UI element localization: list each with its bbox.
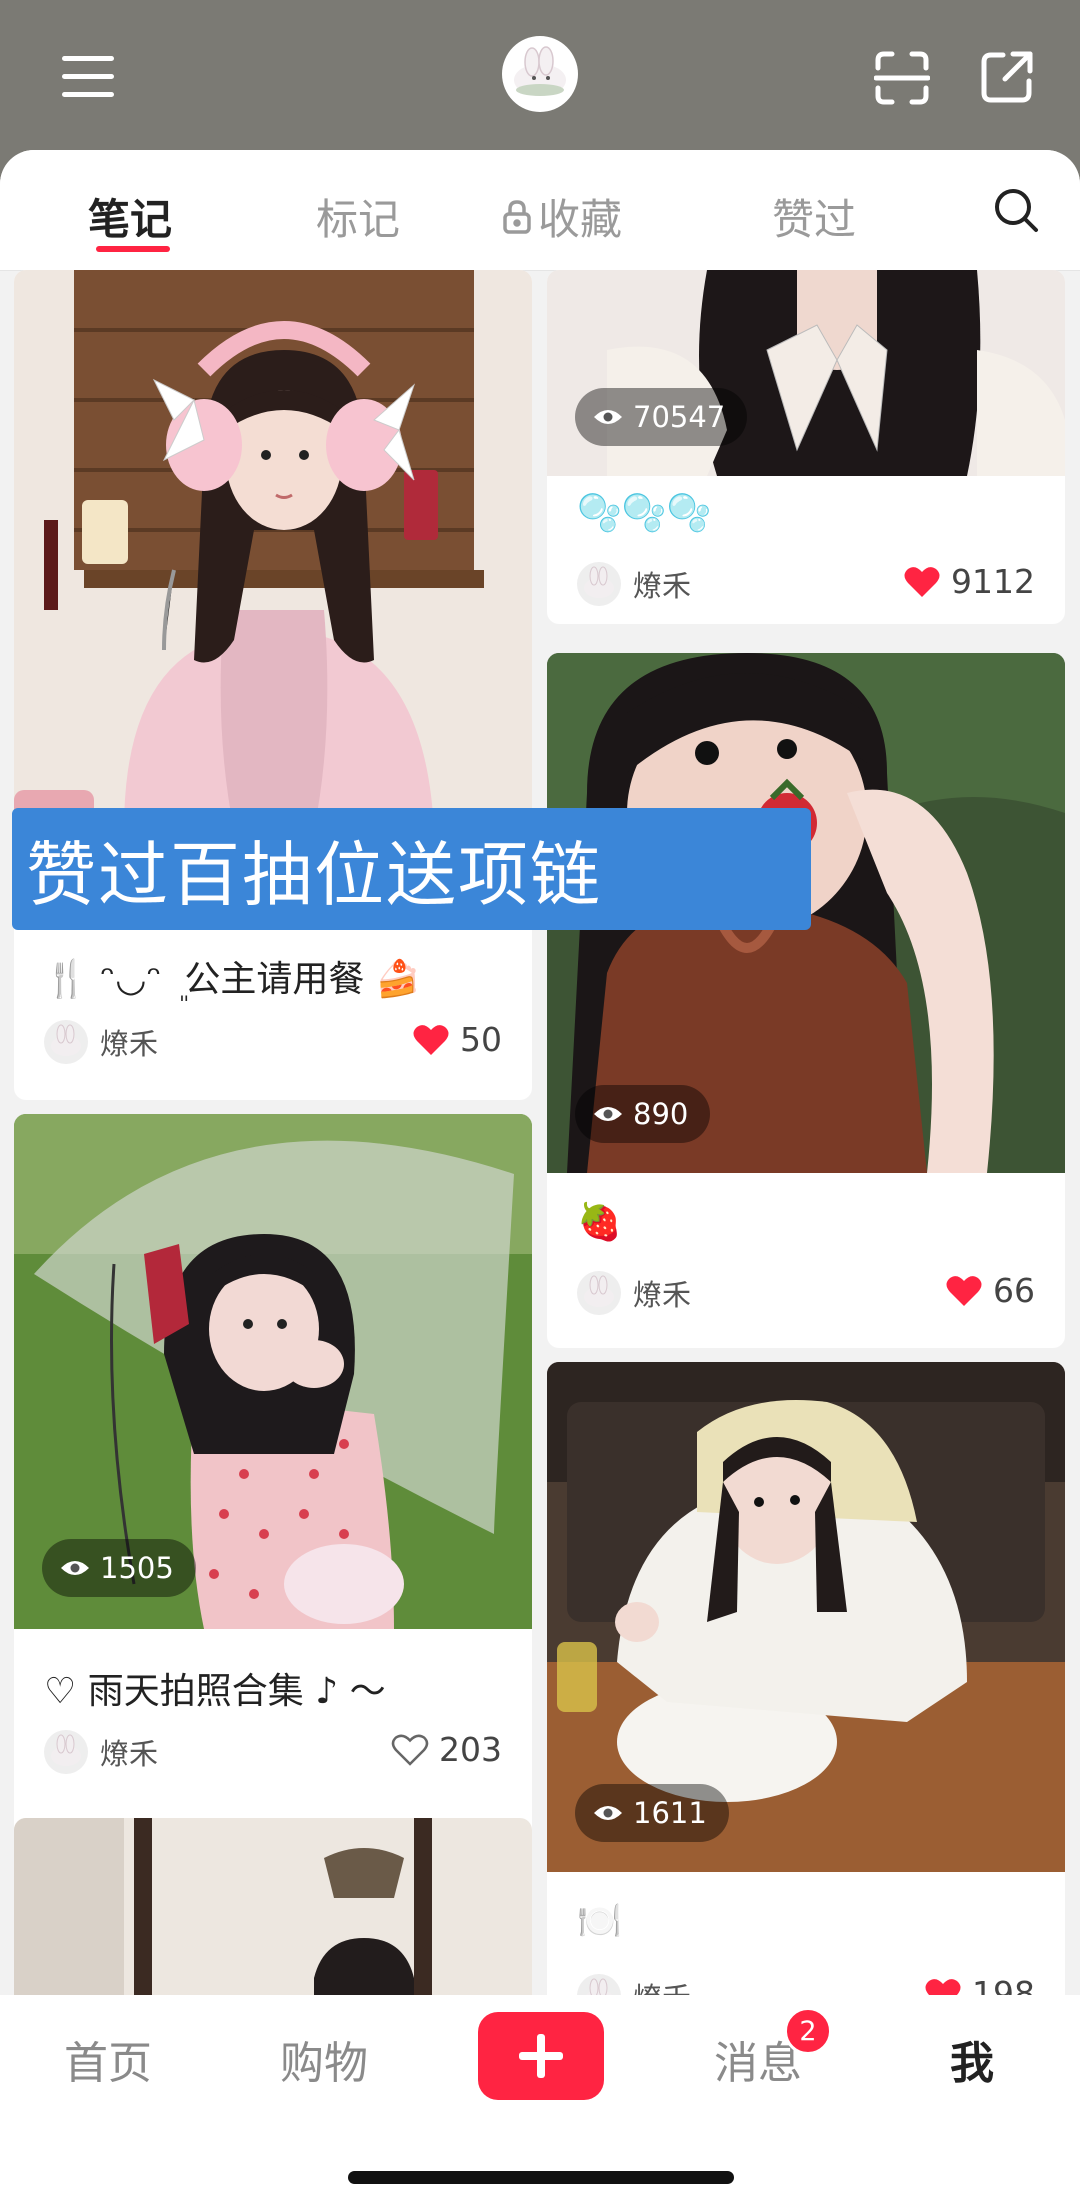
nav-home[interactable]: 首页 xyxy=(64,2027,152,2091)
like-count[interactable]: 66 xyxy=(945,1271,1035,1310)
note-card[interactable]: 755 🍴 ᵔ◡ᵔ ܸ 公主请用餐 🍰 燎禾 50 xyxy=(14,270,532,1100)
note-title: 🍴 ᵔ◡ᵔ ܸ 公主请用餐 🍰 xyxy=(44,959,421,1000)
note-title: 🫧🫧🫧 xyxy=(577,493,712,534)
publish-button[interactable] xyxy=(478,2012,604,2100)
like-count[interactable]: 198 xyxy=(924,1974,1035,1995)
eye-icon xyxy=(594,1806,622,1820)
lock-icon xyxy=(503,199,531,234)
top-bar xyxy=(0,0,1080,150)
tab-notes[interactable]: 笔记 xyxy=(88,186,172,247)
share-icon[interactable] xyxy=(976,46,1038,108)
view-count: 1611 xyxy=(575,1784,729,1842)
heart-filled-icon xyxy=(413,1024,449,1055)
note-author[interactable]: 燎禾 xyxy=(577,1271,691,1315)
nav-shopping[interactable]: 购物 xyxy=(280,2027,368,2091)
nav-me[interactable]: 我 xyxy=(950,2027,994,2091)
note-title: 🍽️ xyxy=(577,1901,622,1942)
like-count[interactable]: 203 xyxy=(391,1730,502,1769)
active-tab-indicator xyxy=(96,246,170,252)
heart-filled-icon xyxy=(946,1275,982,1306)
note-author[interactable]: 燎禾 xyxy=(44,1730,158,1774)
note-card[interactable]: 890 🍓 燎禾 66 xyxy=(547,653,1065,1348)
message-badge: 2 xyxy=(784,2007,832,2055)
like-count[interactable]: 9112 xyxy=(903,562,1035,601)
heart-outline-icon xyxy=(391,1734,429,1766)
eye-icon xyxy=(594,410,622,424)
tab-marks[interactable]: 标记 xyxy=(316,186,400,247)
view-count: 70547 xyxy=(575,388,748,446)
plus-icon xyxy=(519,2034,563,2078)
note-title: 🍓 xyxy=(577,1202,622,1243)
note-author[interactable]: 燎禾 xyxy=(44,1020,158,1064)
note-card[interactable]: 1611 🍽️ 燎禾 198 xyxy=(547,1362,1065,1995)
profile-tabs: 笔记 标记 收藏 赞过 xyxy=(0,150,1080,271)
eye-icon xyxy=(594,1107,622,1121)
view-count: 1505 xyxy=(42,1539,196,1597)
author-avatar xyxy=(577,1271,621,1315)
content-panel: 笔记 标记 收藏 赞过 🍴 ᵔ◡ᵔ ܸ 公主请用餐 🍰 燎禾 50 1505 ♡… xyxy=(0,150,1080,1995)
tab-favorites[interactable]: 收藏 xyxy=(500,186,622,247)
note-title: ♡ 雨天拍照合集 ♪ ～ xyxy=(44,1671,386,1712)
author-avatar xyxy=(577,1974,621,1995)
note-card[interactable]: 70547 🫧🫧🫧 燎禾 9112 xyxy=(547,270,1065,624)
author-avatar xyxy=(577,562,621,606)
note-card[interactable] xyxy=(14,1818,532,1995)
search-icon[interactable] xyxy=(992,186,1040,234)
home-indicator xyxy=(348,2171,734,2184)
eye-icon xyxy=(61,1561,89,1575)
note-author[interactable]: 燎禾 xyxy=(577,1974,691,1995)
overlay-caption: 赞过百抽位送项链 xyxy=(12,808,811,930)
scan-icon[interactable] xyxy=(872,48,932,108)
note-author[interactable]: 燎禾 xyxy=(577,562,691,606)
author-avatar xyxy=(44,1730,88,1774)
like-count[interactable]: 50 xyxy=(412,1020,502,1059)
menu-icon[interactable] xyxy=(58,52,118,102)
tab-liked[interactable]: 赞过 xyxy=(772,186,856,247)
heart-filled-icon xyxy=(904,566,940,597)
heart-filled-icon xyxy=(925,1978,961,1995)
author-avatar xyxy=(44,1020,88,1064)
note-cover-image xyxy=(14,1818,532,1995)
profile-avatar[interactable] xyxy=(502,36,578,112)
view-count: 890 xyxy=(575,1085,711,1143)
